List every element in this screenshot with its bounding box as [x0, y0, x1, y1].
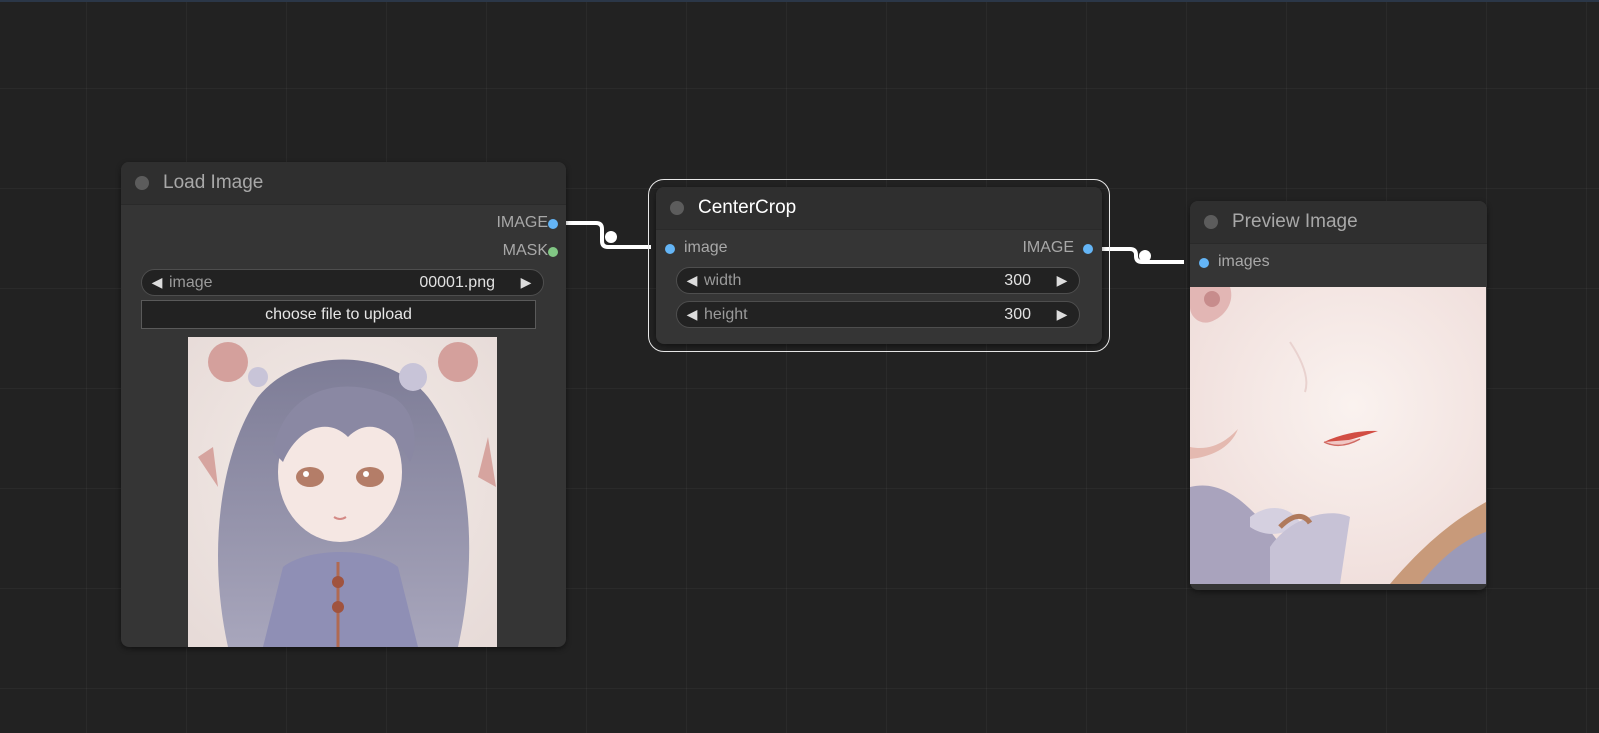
- input-label: image: [684, 239, 728, 256]
- widget-label: image: [169, 274, 213, 291]
- output-dot-mask-icon[interactable]: [548, 247, 558, 257]
- node-header[interactable]: Load Image: [121, 162, 566, 205]
- increment-arrow-icon[interactable]: ▶: [1053, 305, 1071, 323]
- output-label: IMAGE: [496, 214, 548, 231]
- output-label: MASK: [502, 242, 548, 259]
- widget-label: height: [704, 306, 748, 323]
- node-header[interactable]: Preview Image: [1190, 201, 1487, 244]
- output-label: IMAGE: [1022, 239, 1074, 256]
- widget-value: 300: [1004, 272, 1031, 289]
- node-preview-image[interactable]: Preview Image images: [1190, 201, 1487, 590]
- collapse-dot-icon[interactable]: [135, 176, 149, 190]
- input-dot-image-icon[interactable]: [665, 244, 675, 254]
- link-midpoint-1: [605, 231, 617, 243]
- decrement-arrow-icon[interactable]: ◀: [683, 271, 701, 289]
- node-graph-canvas[interactable]: Load Image IMAGE MASK ◀ image 00001.png …: [0, 0, 1599, 733]
- width-number-widget[interactable]: ◀ width 300 ▶: [676, 267, 1080, 294]
- output-slot-image[interactable]: IMAGE: [954, 239, 1074, 261]
- anime-portrait-image: [188, 337, 497, 647]
- output-slot-image[interactable]: IMAGE: [428, 214, 548, 236]
- node-title: CenterCrop: [698, 197, 797, 218]
- input-slot-images[interactable]: images: [1218, 253, 1270, 275]
- link-loadimage-to-centercrop: [553, 221, 651, 249]
- widget-value: 300: [1004, 306, 1031, 323]
- image-combo-widget[interactable]: ◀ image 00001.png ▶: [141, 269, 544, 296]
- node-title: Preview Image: [1232, 211, 1358, 232]
- height-number-widget[interactable]: ◀ height 300 ▶: [676, 301, 1080, 328]
- widget-value: 00001.png: [419, 274, 495, 291]
- preview-output-image: [1190, 287, 1486, 584]
- increment-arrow-icon[interactable]: ▶: [1053, 271, 1071, 289]
- input-label: images: [1218, 253, 1270, 270]
- output-dot-image-icon[interactable]: [548, 219, 558, 229]
- input-slot-image[interactable]: image: [684, 239, 728, 261]
- link-midpoint-2: [1139, 250, 1151, 262]
- decrement-arrow-icon[interactable]: ◀: [683, 305, 701, 323]
- output-slot-mask[interactable]: MASK: [428, 242, 548, 264]
- node-title: Load Image: [163, 172, 264, 193]
- collapse-dot-icon[interactable]: [670, 201, 684, 215]
- increment-arrow-icon[interactable]: ▶: [517, 273, 535, 291]
- loaded-image-preview: [188, 337, 497, 647]
- output-dot-image-icon[interactable]: [1083, 244, 1093, 254]
- node-header[interactable]: CenterCrop: [656, 187, 1102, 230]
- cropped-portrait-image: [1190, 287, 1486, 584]
- node-centercrop[interactable]: CenterCrop image IMAGE ◀ width 300 ▶ ◀ h…: [656, 187, 1102, 344]
- node-load-image[interactable]: Load Image IMAGE MASK ◀ image 00001.png …: [121, 162, 566, 647]
- widget-label: width: [704, 272, 742, 289]
- collapse-dot-icon[interactable]: [1204, 215, 1218, 229]
- input-dot-images-icon[interactable]: [1199, 258, 1209, 268]
- upload-button[interactable]: choose file to upload: [141, 300, 536, 329]
- decrement-arrow-icon[interactable]: ◀: [148, 273, 166, 291]
